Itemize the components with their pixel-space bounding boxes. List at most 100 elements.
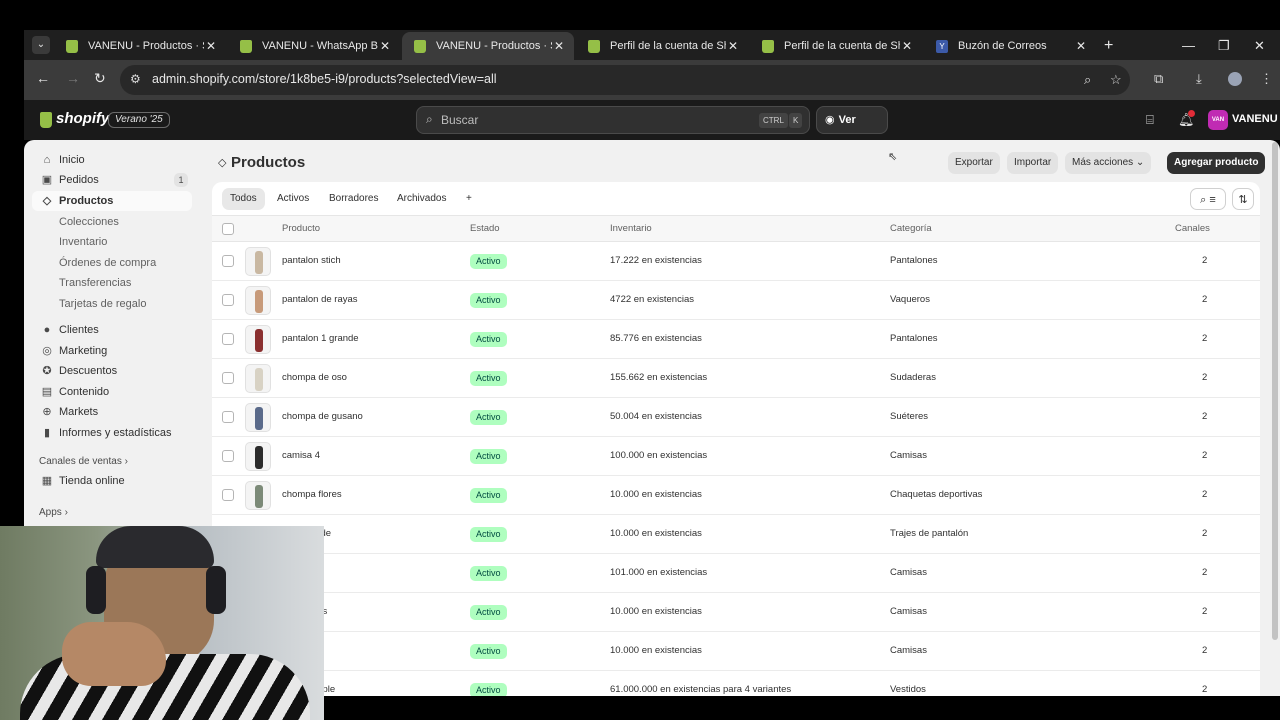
browser-tab[interactable]: Perfil de la cuenta de Shopify ✕ [576,32,748,60]
sidebar-item-marketing[interactable]: ◎ Marketing [32,341,192,361]
product-thumbnail[interactable] [245,364,271,393]
sidebar-subitem-transferencias[interactable]: Transferencias [59,277,131,289]
table-row[interactable]: pantalon de rayas Activo 4722 en existen… [212,281,1260,320]
row-checkbox[interactable] [222,255,234,267]
url-text[interactable]: admin.shopify.com/store/1k8be5-i9/produc… [152,72,497,86]
tab-todos[interactable]: Todos [222,188,265,210]
product-name[interactable]: pantalon 1 grande [282,320,359,358]
window-close-icon[interactable]: ✕ [1254,32,1265,60]
row-checkbox[interactable] [222,411,234,423]
product-thumbnail[interactable] [245,247,271,276]
sidebar-subitem-inventario[interactable]: Inventario [59,236,107,248]
table-row[interactable]: chompa de gusano Activo 50.004 en existe… [212,398,1260,437]
browser-tab-active[interactable]: VANENU - Productos · Shopify ✕ [402,32,574,60]
tab-borradores[interactable]: Borradores [321,188,386,210]
column-header-producto[interactable]: Producto [282,216,320,242]
new-tab-icon[interactable]: + [1104,32,1113,60]
close-icon[interactable]: ✕ [728,32,738,60]
apps-section[interactable]: Apps › [39,507,68,518]
column-header-estado[interactable]: Estado [470,216,500,242]
table-row[interactable]: chompa flores Activo 10.000 en existenci… [212,476,1260,515]
tab-activos[interactable]: Activos [269,188,317,210]
row-checkbox[interactable] [222,333,234,345]
product-thumbnail[interactable] [245,403,271,432]
sidebar-item-informes[interactable]: ▮ Informes y estadísticas [32,423,192,443]
sidebar-item-markets[interactable]: ⊕ Markets [32,402,192,422]
search-filter-button[interactable]: ⌕ ≡ [1190,188,1226,210]
column-header-categoria[interactable]: Categoría [890,216,932,242]
product-name[interactable]: chompa flores [282,476,342,514]
minimize-icon[interactable]: — [1182,32,1195,60]
product-thumbnail[interactable] [245,481,271,510]
tab-search-chevron-icon[interactable]: ⌄ [32,36,50,54]
sidebar-subitem-ordenes-de-compra[interactable]: Órdenes de compra [59,257,156,269]
profile-avatar[interactable] [1228,72,1242,86]
table-row[interactable]: res Activo 10.000 en existencias Camisas… [212,593,1260,632]
sales-channels-section[interactable]: Canales de ventas › [39,456,128,467]
edition-badge[interactable]: Verano '25 [108,112,170,128]
tab-archivados[interactable]: Archivados [389,188,454,210]
table-row[interactable]: pantalon stich Activo 17.222 en existenc… [212,242,1260,281]
site-info-icon[interactable]: ⚙ [130,72,141,86]
close-icon[interactable]: ✕ [206,32,216,60]
sidebar-item-productos[interactable]: ◇ Productos [32,191,192,211]
sidebar-item-clientes[interactable]: ● Clientes [32,320,192,340]
sidebar-subitem-tarjetas-de-regalo[interactable]: Tarjetas de regalo [59,298,146,310]
sidebar-item-descuentos[interactable]: ✪ Descuentos [32,361,192,381]
column-header-canales[interactable]: Canales [1175,216,1210,242]
select-all-checkbox[interactable] [222,223,234,235]
sidebar-item-pedidos[interactable]: ▣ Pedidos 1 [32,170,192,190]
shopify-logo-text[interactable]: shopify [56,110,109,127]
product-thumbnail[interactable] [245,442,271,471]
add-product-button[interactable]: Agregar producto [1167,152,1266,174]
back-icon[interactable]: ← [36,70,50,86]
table-row[interactable]: erde Activo 10.000 en existencias Trajes… [212,515,1260,554]
browser-tab[interactable]: VANENU - WhatsApp Button ✕ [228,32,400,60]
inbox-icon[interactable]: ⌸ [1146,112,1154,128]
zoom-icon[interactable]: ⌕ [1084,72,1091,88]
row-checkbox[interactable] [222,372,234,384]
export-button[interactable]: Exportar [948,152,1000,174]
add-view-icon[interactable]: + [458,188,480,210]
row-checkbox[interactable] [222,489,234,501]
table-row[interactable]: pantalon 1 grande Activo 85.776 en exist… [212,320,1260,359]
browser-tab[interactable]: VANENU - Productos · Shopify ✕ [54,32,226,60]
product-name[interactable]: pantalon stich [282,242,341,280]
product-name[interactable]: chompa de gusano [282,398,363,436]
browser-tab[interactable]: Y Buzón de Correos ✕ [924,32,1096,60]
close-icon[interactable]: ✕ [554,32,564,60]
download-icon[interactable]: ⤓ [1196,71,1202,87]
close-icon[interactable]: ✕ [380,32,390,60]
sidebar-subitem-colecciones[interactable]: Colecciones [59,216,119,228]
table-row[interactable]: y Activo 101.000 en existencias Camisas … [212,554,1260,593]
page-scrollbar[interactable] [1272,142,1278,640]
product-name[interactable]: pantalon de rayas [282,281,358,319]
import-button[interactable]: Importar [1007,152,1059,174]
close-icon[interactable]: ✕ [1076,32,1086,60]
browser-menu-icon[interactable]: ⋮ [1260,71,1273,87]
sort-button[interactable]: ⇅ [1232,188,1254,210]
sidebar-item-tienda-online[interactable]: ▦ Tienda online [32,471,192,491]
product-thumbnail[interactable] [245,325,271,354]
table-row[interactable]: Activo 10.000 en existencias Camisas 2 [212,632,1260,671]
product-name[interactable]: camisa 4 [282,437,320,475]
address-bar[interactable]: ⚙ admin.shopify.com/store/1k8be5-i9/prod… [120,65,1130,95]
reload-icon[interactable]: ↻ [94,70,106,87]
store-avatar[interactable]: VAN [1208,110,1228,130]
table-row[interactable]: raple Activo 61.000.000 en existencias p… [212,671,1260,696]
store-name[interactable]: VANENU [1232,113,1278,125]
product-thumbnail[interactable] [245,286,271,315]
bookmark-star-icon[interactable]: ☆ [1110,72,1122,88]
table-row[interactable]: camisa 4 Activo 100.000 en existencias C… [212,437,1260,476]
column-header-inventario[interactable]: Inventario [610,216,652,242]
sidebar-item-contenido[interactable]: ▤ Contenido [32,382,192,402]
search-input[interactable]: ⌕ Buscar CTRL K [416,106,810,134]
table-row[interactable]: chompa de oso Activo 155.662 en existenc… [212,359,1260,398]
row-checkbox[interactable] [222,294,234,306]
sidebar-item-inicio[interactable]: ⌂ Inicio [32,150,192,170]
restore-icon[interactable]: ❐ [1218,32,1230,60]
extensions-icon[interactable]: ⧉ [1154,71,1163,87]
browser-tab[interactable]: Perfil de la cuenta de Shopify ✕ [750,32,922,60]
row-checkbox[interactable] [222,450,234,462]
view-as-button[interactable]: ◉Ver como [816,106,888,152]
